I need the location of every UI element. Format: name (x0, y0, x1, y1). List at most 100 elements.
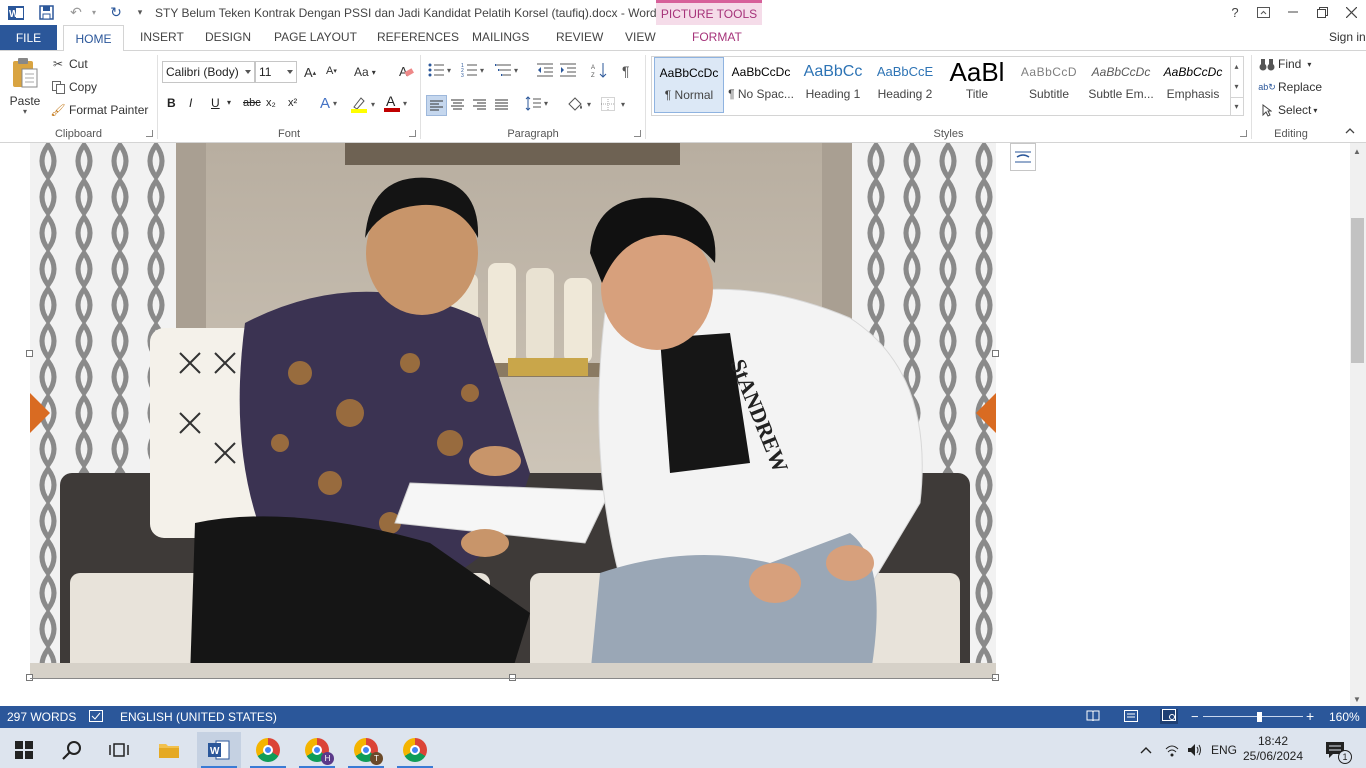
resize-handle[interactable] (992, 350, 999, 357)
show-hidden-icons-icon[interactable] (1136, 732, 1156, 768)
print-layout-icon[interactable] (1124, 710, 1138, 725)
tab-page-layout[interactable]: PAGE LAYOUT (274, 30, 357, 44)
chrome-taskbar-button-2[interactable] (393, 732, 437, 768)
copy-button[interactable]: Copy (50, 80, 97, 94)
italic-button[interactable]: I (189, 96, 192, 110)
increase-indent-icon[interactable] (560, 63, 576, 77)
line-spacing-icon[interactable]: ▾ (525, 96, 548, 111)
more-styles-icon[interactable]: ▾ (1230, 97, 1243, 115)
vertical-scrollbar[interactable]: ▲ ▼ (1350, 143, 1366, 706)
highlight-icon[interactable]: ▾ (350, 95, 375, 113)
sign-in-link[interactable]: Sign in (1329, 30, 1366, 44)
undo-dropdown-icon[interactable]: ▾ (84, 3, 104, 22)
clock[interactable]: 18:42 25/06/2024 (1242, 731, 1304, 767)
zoom-slider[interactable] (1203, 716, 1303, 717)
shading-icon[interactable]: ▾ (566, 96, 591, 112)
style-normal[interactable]: AaBbCcDc ¶ Normal (654, 57, 724, 113)
volume-icon[interactable] (1184, 732, 1206, 768)
chrome-profile-h-button[interactable]: H (295, 732, 339, 768)
customize-qat-icon[interactable]: ▾ (130, 3, 150, 22)
style-subtitle[interactable]: AaBbCcD Subtitle (1014, 57, 1084, 113)
document-image[interactable]: StANDREW (30, 143, 996, 678)
font-color-icon[interactable]: A ▾ (384, 93, 407, 113)
chevron-down-icon[interactable]: ▾ (1230, 77, 1243, 97)
tab-view[interactable]: VIEW (625, 30, 656, 44)
paste-button[interactable]: Paste ▾ (8, 57, 42, 116)
language-status[interactable]: ENGLISH (UNITED STATES) (120, 710, 277, 724)
underline-button[interactable]: U (211, 96, 220, 110)
chrome-taskbar-button[interactable] (246, 732, 290, 768)
show-formatting-button[interactable]: ¶ (622, 63, 630, 79)
search-button[interactable] (50, 732, 94, 768)
style-subtle-emphasis[interactable]: AaBbCcDc Subtle Em... (1086, 57, 1156, 113)
format-painter-button[interactable]: 🖌 Format Painter (50, 103, 148, 117)
font-name-combo[interactable]: Calibri (Body) (162, 61, 255, 83)
decrease-indent-icon[interactable] (537, 63, 553, 77)
find-button[interactable]: Find ▾ (1259, 57, 1311, 71)
task-view-button[interactable] (97, 732, 141, 768)
style-no-spacing[interactable]: AaBbCcDc ¶ No Spac... (726, 57, 796, 113)
tab-home[interactable]: HOME (63, 25, 124, 51)
paste-dropdown-icon[interactable]: ▾ (8, 108, 42, 116)
replace-button[interactable]: ab↻ Replace (1258, 80, 1322, 94)
styles-launcher-icon[interactable] (1240, 130, 1247, 137)
tab-file[interactable]: FILE (0, 25, 57, 50)
redo-icon[interactable]: ↻ (106, 3, 126, 22)
justify-icon[interactable] (495, 99, 508, 110)
clear-formatting-icon[interactable]: A (398, 63, 414, 79)
underline-dropdown-icon[interactable]: ▾ (227, 98, 231, 107)
style-emphasis[interactable]: AaBbCcDc Emphasis (1158, 57, 1228, 113)
network-icon[interactable] (1160, 732, 1184, 768)
scrollbar-thumb[interactable] (1351, 218, 1364, 363)
grow-font-icon[interactable]: A ▴ (304, 65, 316, 80)
close-icon[interactable] (1338, 2, 1364, 22)
minimize-icon[interactable] (1280, 2, 1306, 22)
undo-icon[interactable]: ↶ (66, 3, 86, 22)
tab-mailings[interactable]: MAILINGS (472, 30, 529, 44)
zoom-out-icon[interactable]: − (1191, 709, 1199, 724)
numbering-icon[interactable]: 1 2 3 ▾ (461, 63, 484, 77)
save-icon[interactable] (36, 3, 56, 22)
style-heading-2[interactable]: AaBbCcE Heading 2 (870, 57, 940, 113)
restore-icon[interactable] (1309, 2, 1335, 22)
word-app-icon[interactable]: W (6, 3, 26, 22)
multilevel-list-icon[interactable]: ▾ (495, 63, 518, 77)
tab-insert[interactable]: INSERT (140, 30, 184, 44)
cut-button[interactable]: ✂ Cut (50, 57, 88, 71)
action-center-button[interactable]: 1 (1318, 732, 1352, 768)
align-center-icon[interactable] (451, 99, 464, 110)
chrome-profile-t-button[interactable]: T (344, 732, 388, 768)
web-layout-icon[interactable] (1160, 709, 1178, 724)
change-case-button[interactable]: Aa ▾ (354, 65, 376, 79)
style-title[interactable]: AaBl Title (942, 57, 1012, 113)
zoom-slider-thumb[interactable] (1257, 712, 1262, 722)
zoom-level[interactable]: 160% (1329, 710, 1360, 724)
font-launcher-icon[interactable] (409, 130, 416, 137)
bullets-icon[interactable]: ▾ (428, 63, 451, 77)
font-size-combo[interactable]: 11 (255, 61, 297, 83)
align-right-icon[interactable] (473, 99, 486, 110)
strikethrough-button[interactable]: abc (243, 97, 261, 109)
scroll-down-icon[interactable]: ▼ (1353, 695, 1361, 704)
borders-icon[interactable]: ▾ (601, 97, 625, 111)
resize-handle[interactable] (26, 350, 33, 357)
file-explorer-button[interactable] (147, 732, 191, 768)
tab-review[interactable]: REVIEW (556, 30, 603, 44)
bold-button[interactable]: B (167, 96, 176, 110)
shrink-font-icon[interactable]: A ▾ (326, 65, 337, 77)
style-heading-1[interactable]: AaBbCc Heading 1 (798, 57, 868, 113)
word-count[interactable]: 297 WORDS (7, 710, 76, 724)
scroll-up-icon[interactable]: ▲ (1353, 147, 1361, 156)
subscript-icon[interactable]: x₂ (266, 97, 276, 109)
ribbon-display-options-icon[interactable] (1250, 2, 1276, 22)
zoom-in-icon[interactable]: + (1306, 708, 1314, 724)
sort-icon[interactable]: AZ (591, 62, 607, 78)
tab-references[interactable]: REFERENCES (377, 30, 459, 44)
collapse-ribbon-icon[interactable] (1345, 127, 1355, 134)
word-taskbar-button[interactable]: W (197, 732, 241, 768)
layout-options-button[interactable] (1010, 143, 1036, 171)
input-language[interactable]: ENG (1208, 732, 1240, 768)
read-mode-icon[interactable] (1086, 710, 1100, 725)
tab-design[interactable]: DESIGN (205, 30, 251, 44)
chevron-up-icon[interactable]: ▴ (1230, 57, 1243, 77)
